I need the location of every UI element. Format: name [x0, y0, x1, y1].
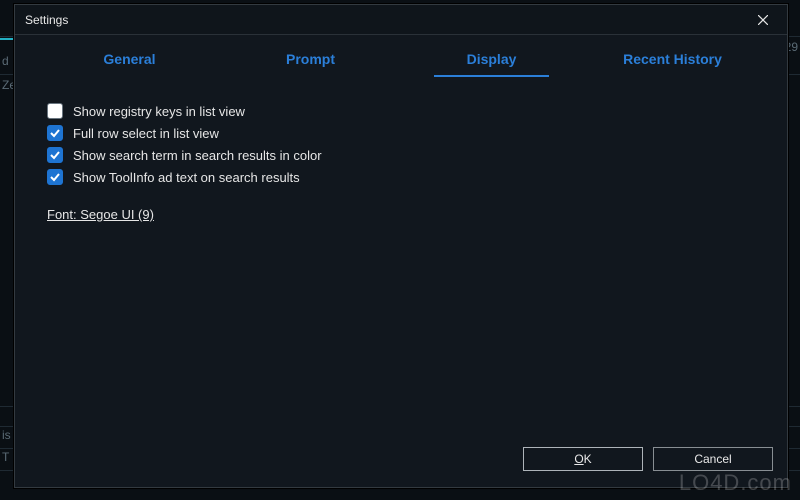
option-show-search-term-color[interactable]: Show search term in search results in co… — [47, 147, 755, 163]
option-show-registry-keys[interactable]: Show registry keys in list view — [47, 103, 755, 119]
tab-general[interactable]: General — [39, 43, 220, 75]
option-full-row-select[interactable]: Full row select in list view — [47, 125, 755, 141]
checkbox-show-search-term-color[interactable] — [47, 147, 63, 163]
tabs: General Prompt Display Recent History — [15, 35, 787, 75]
ok-button-mnemonic: O — [574, 452, 583, 466]
bg-text: T — [2, 450, 9, 464]
dialog-title: Settings — [25, 13, 743, 27]
check-icon — [49, 127, 61, 139]
bg-text: is — [2, 428, 11, 442]
font-picker-link[interactable]: Font: Segoe UI (9) — [47, 207, 154, 222]
option-show-toolinfo-ad[interactable]: Show ToolInfo ad text on search results — [47, 169, 755, 185]
option-label: Show ToolInfo ad text on search results — [73, 170, 300, 185]
option-label: Show registry keys in list view — [73, 104, 245, 119]
check-icon — [49, 149, 61, 161]
option-label: Full row select in list view — [73, 126, 219, 141]
check-icon — [49, 171, 61, 183]
ok-button-rest: K — [584, 452, 592, 466]
checkbox-full-row-select[interactable] — [47, 125, 63, 141]
close-icon — [758, 15, 768, 25]
option-label: Show search term in search results in co… — [73, 148, 322, 163]
tab-recent-history[interactable]: Recent History — [582, 43, 763, 75]
bg-text: d — [2, 54, 9, 68]
tab-display[interactable]: Display — [401, 43, 582, 75]
cancel-button[interactable]: Cancel — [653, 447, 773, 471]
checkbox-show-toolinfo-ad[interactable] — [47, 169, 63, 185]
ok-button[interactable]: OK — [523, 447, 643, 471]
tab-prompt[interactable]: Prompt — [220, 43, 401, 75]
checkbox-show-registry-keys[interactable] — [47, 103, 63, 119]
settings-dialog: Settings General Prompt Display Recent H… — [14, 4, 788, 488]
tab-content-display: Show registry keys in list view Full row… — [15, 75, 787, 441]
dialog-footer: OK Cancel — [15, 441, 787, 487]
close-button[interactable] — [743, 7, 783, 33]
titlebar: Settings — [15, 5, 787, 35]
